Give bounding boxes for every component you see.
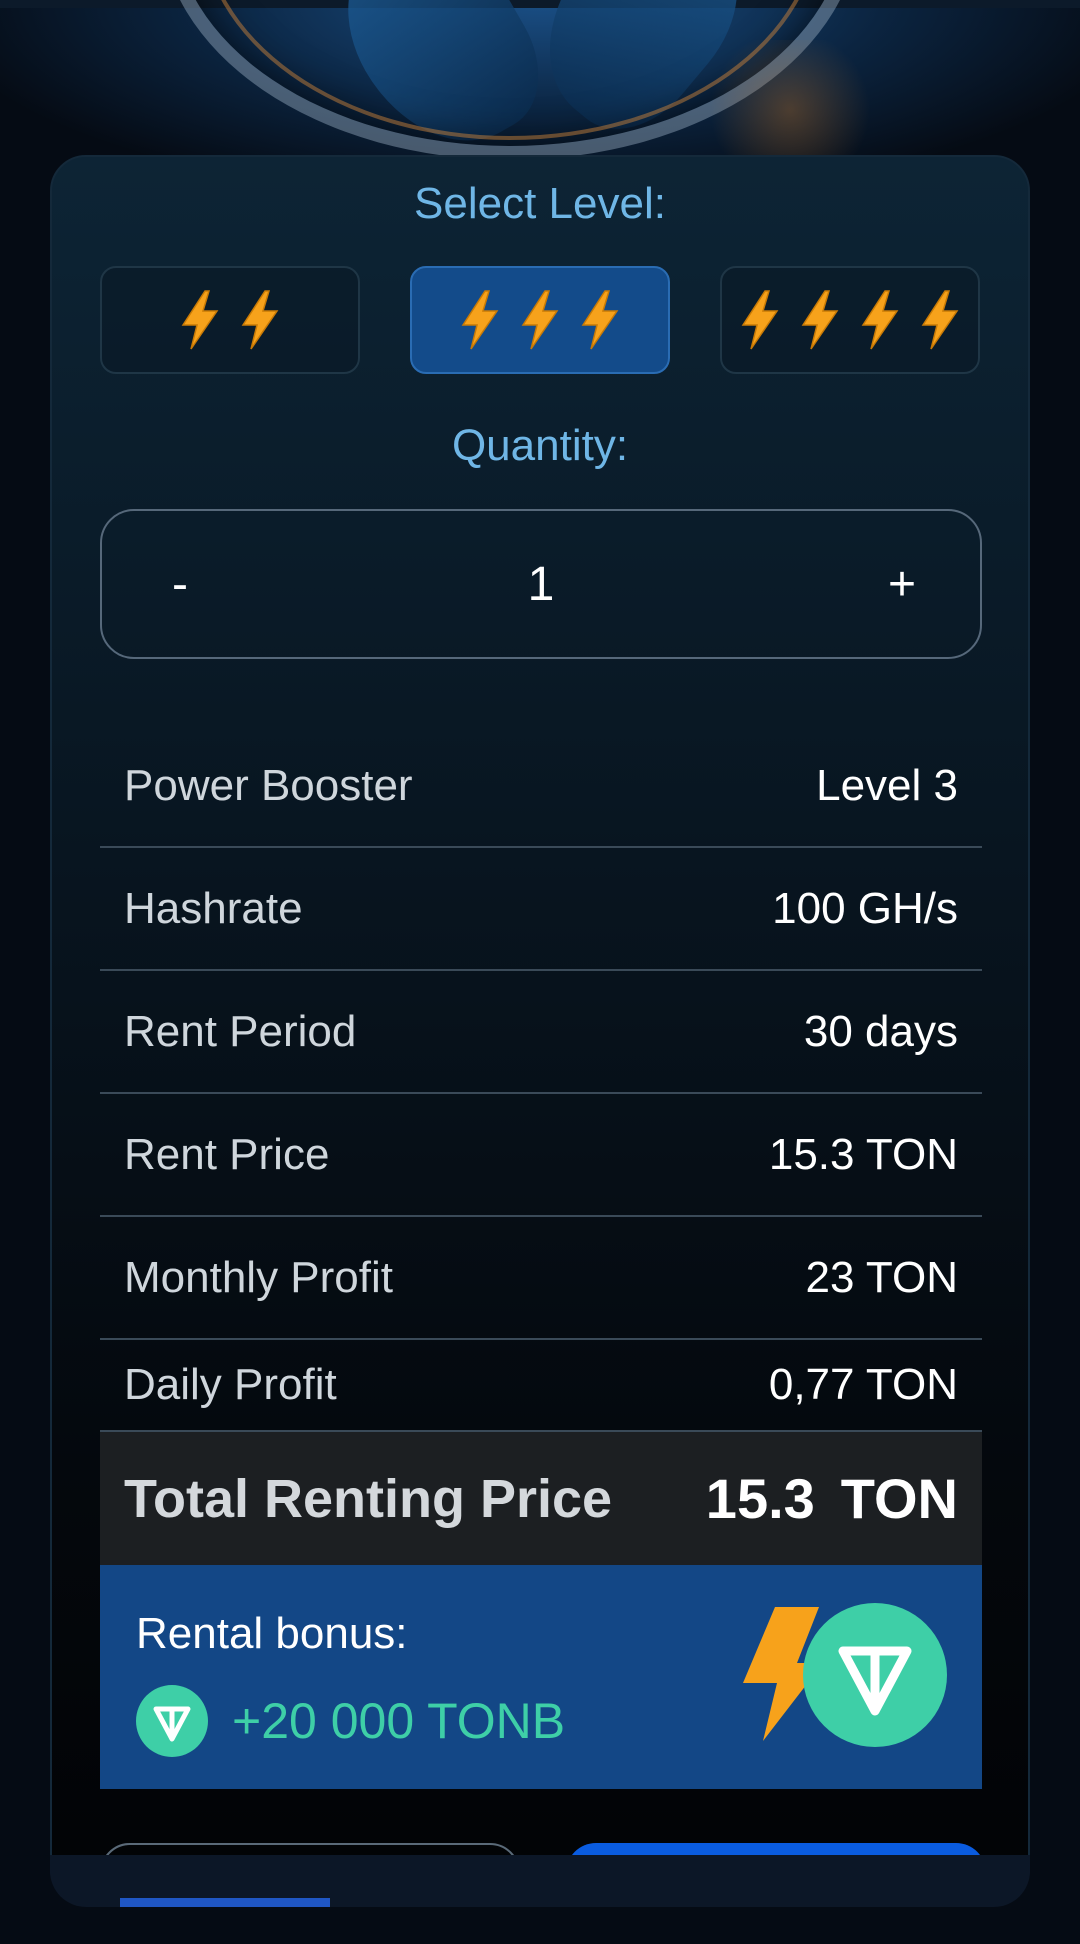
select-level-title: Select Level: — [414, 179, 666, 228]
detail-label: Daily Profit — [124, 1360, 337, 1409]
bolt-icon — [461, 290, 499, 350]
bonus-amount: +20 000 TONB — [232, 1693, 566, 1749]
detail-label: Monthly Profit — [124, 1252, 393, 1302]
total-price-row: Total Renting Price 15.3 TON — [100, 1430, 982, 1565]
total-currency: TON — [840, 1467, 958, 1530]
rental-bonus-banner: Rental bonus: +20 000 TONB — [100, 1565, 982, 1789]
bolt-icon — [741, 290, 779, 350]
detail-value: 0,77 TON — [768, 1360, 958, 1409]
increment-button[interactable]: + — [872, 557, 932, 612]
detail-value: 100 GH/s — [772, 883, 958, 933]
bonus-title: Rental bonus: — [136, 1609, 408, 1658]
rent-booster-card: Select Level: Quantity: - 1 + Power Boos… — [50, 155, 1030, 1905]
ton-coin-icon — [136, 1685, 208, 1757]
total-value: 15.3 TON — [706, 1466, 958, 1531]
bolt-icon — [521, 290, 559, 350]
detail-label: Rent Period — [124, 1006, 357, 1056]
detail-row-rent-period: Rent Period 30 days — [100, 971, 982, 1094]
bolt-icon — [921, 290, 959, 350]
detail-row-hashrate: Hashrate 100 GH/s — [100, 848, 982, 971]
bolt-icon — [581, 290, 619, 350]
bolt-icon — [181, 290, 219, 350]
detail-value: 15.3 TON — [768, 1129, 958, 1179]
detail-row-power-booster: Power Booster Level 3 — [100, 725, 982, 848]
total-amount: 15.3 — [705, 1467, 815, 1530]
level-option-4[interactable] — [720, 266, 980, 374]
detail-row-rent-price: Rent Price 15.3 TON — [100, 1094, 982, 1217]
total-label: Total Renting Price — [124, 1468, 613, 1529]
detail-value: 30 days — [803, 1006, 958, 1056]
bolt-icon — [861, 290, 899, 350]
detail-label: Hashrate — [124, 883, 303, 933]
bonus-amount-wrap: +20 000 TONB — [136, 1685, 565, 1757]
quantity-title: Quantity: — [451, 421, 629, 470]
level-option-3[interactable] — [410, 266, 670, 374]
detail-label: Power Booster — [124, 760, 413, 810]
detail-row-daily-profit: Daily Profit 0,77 TON — [100, 1340, 982, 1430]
detail-label: Rent Price — [124, 1129, 330, 1179]
hero-fan-image — [0, 0, 1080, 180]
ton-coin-icon — [803, 1603, 947, 1747]
bolt-icon — [241, 290, 279, 350]
active-tab-indicator — [120, 1898, 330, 1907]
detail-row-monthly-profit: Monthly Profit 23 TON — [100, 1217, 982, 1340]
quantity-value: 1 — [527, 557, 555, 611]
detail-value: 23 TON — [805, 1252, 958, 1302]
bolt-icon — [801, 290, 839, 350]
quantity-stepper: - 1 + — [100, 509, 982, 659]
decrement-button[interactable]: - — [150, 557, 210, 612]
detail-value: Level 3 — [816, 760, 958, 810]
level-option-2[interactable] — [100, 266, 360, 374]
